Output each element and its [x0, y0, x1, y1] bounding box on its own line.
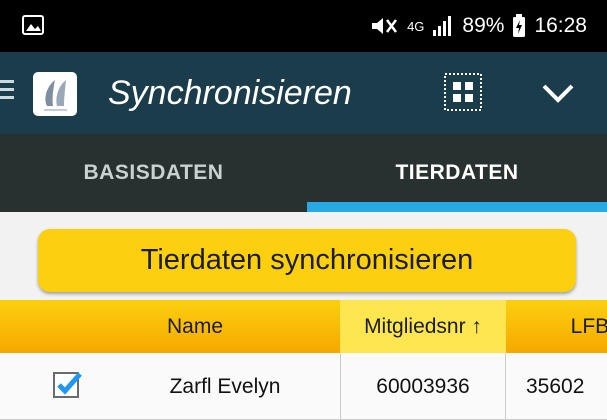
column-header-name[interactable]: Name: [0, 300, 340, 353]
column-header-mitgliedsnr[interactable]: Mitgliedsnr ↑: [340, 300, 506, 353]
column-header-lfbis-label: LFBI: [570, 314, 607, 338]
sync-tierdaten-button[interactable]: Tierdaten synchronisieren: [38, 229, 576, 292]
battery-level: 89%: [462, 14, 505, 37]
checkbox-checked-icon[interactable]: [52, 369, 84, 401]
tab-bar: BASISDATEN TIERDATEN: [0, 134, 607, 212]
app-bar: Synchronisieren: [0, 52, 607, 134]
menu-icon[interactable]: [0, 80, 14, 100]
grid-icon[interactable]: [443, 72, 483, 112]
page-title: Synchronisieren: [108, 74, 352, 112]
table-header: Name Mitgliedsnr ↑ LFBI: [0, 300, 607, 353]
tab-tierdaten[interactable]: TIERDATEN: [307, 134, 607, 212]
status-bar: 4G 89% 16:28: [0, 0, 607, 52]
row-lfbis: 35602: [526, 374, 585, 398]
battery-icon: [513, 14, 526, 37]
image-icon: [22, 15, 44, 35]
row-mitgliedsnr: 60003936: [340, 353, 506, 420]
column-header-lfbis[interactable]: LFBI: [506, 300, 607, 353]
network-type: 4G: [407, 18, 425, 34]
tab-basisdaten[interactable]: BASISDATEN: [0, 134, 307, 212]
clock: 16:28: [534, 14, 587, 37]
app-logo-icon[interactable]: [33, 72, 77, 116]
active-tab-indicator: [307, 202, 607, 212]
mute-icon: [372, 18, 398, 34]
row-name: Zarfl Evelyn: [169, 374, 281, 398]
chevron-down-icon[interactable]: [538, 76, 578, 110]
table-row[interactable]: Zarfl Evelyn 60003936 35602: [0, 353, 607, 420]
signal-icon: [433, 16, 452, 36]
